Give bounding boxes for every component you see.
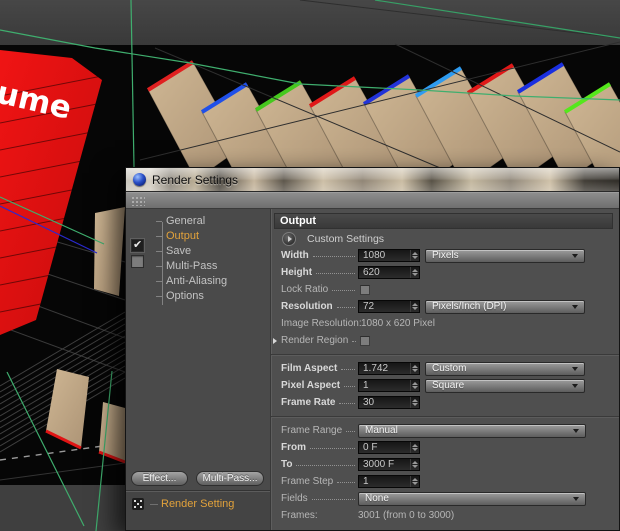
frame-rate-input[interactable]: 30	[358, 396, 420, 409]
image-resolution-row: Image Resolution: 1080 x 620 Pixel	[281, 315, 613, 332]
width-unit-dropdown[interactable]: Pixels	[425, 248, 585, 263]
save-enable-checkbox[interactable]	[131, 238, 144, 252]
sidebar-divider	[126, 490, 270, 491]
frame-step-label: Frame Step	[281, 476, 334, 487]
film-aspect-row: Film Aspect 1.742 Custom	[281, 360, 613, 377]
frame-step-stepper[interactable]	[410, 476, 419, 487]
render-setting-label: Render Setting	[161, 498, 235, 510]
width-input[interactable]: 1080	[358, 249, 420, 262]
render-setting-item[interactable]: Render Setting	[126, 498, 270, 510]
width-row: Width 1080 Pixels	[281, 247, 613, 264]
fields-row: Fields None	[281, 490, 613, 507]
lock-ratio-label: Lock Ratio	[281, 284, 329, 295]
frame-step-input[interactable]: 1	[358, 475, 420, 488]
tree-item-anti-aliasing[interactable]: Anti-Aliasing	[126, 274, 270, 289]
tree-item-options[interactable]: Options	[126, 289, 270, 304]
frames-row: Frames: 3001 (from 0 to 3000)	[281, 507, 613, 524]
frame-range-dropdown[interactable]: Manual	[358, 423, 586, 438]
app-sphere-icon	[133, 173, 146, 186]
from-input[interactable]: 0 F	[358, 441, 420, 454]
to-row: To 3000 F	[281, 456, 613, 473]
panel-section-header: Output	[274, 213, 613, 229]
fields-label: Fields	[281, 493, 308, 504]
frame-rate-row: Frame Rate 30	[281, 394, 613, 411]
custom-settings-row: Custom Settings	[281, 231, 613, 247]
effect-button[interactable]: Effect...	[131, 471, 188, 486]
custom-settings-button[interactable]	[282, 232, 296, 246]
from-row: From 0 F	[281, 439, 613, 456]
image-resolution-label: Image Resolution:	[281, 318, 361, 329]
tree-item-output[interactable]: Output	[126, 229, 270, 244]
separator	[271, 411, 619, 422]
film-aspect-stepper[interactable]	[410, 363, 419, 374]
pixel-aspect-row: Pixel Aspect 1 Square	[281, 377, 613, 394]
tree-item-multi-pass[interactable]: Multi-Pass	[126, 259, 270, 274]
frame-range-label: Frame Range	[281, 425, 343, 436]
chevron-down-icon	[573, 428, 579, 433]
to-input[interactable]: 3000 F	[358, 458, 420, 471]
frame-step-row: Frame Step 1	[281, 473, 613, 490]
frame-range-row: Frame Range Manual	[281, 422, 613, 439]
film-aspect-label: Film Aspect	[281, 363, 338, 374]
from-label: From	[281, 442, 306, 453]
frame-rate-label: Frame Rate	[281, 397, 336, 408]
render-region-row: Render Region	[273, 332, 613, 349]
resolution-label: Resolution	[281, 301, 333, 312]
custom-settings-label: Custom Settings	[307, 233, 385, 245]
multi-pass-button[interactable]: Multi-Pass...	[196, 471, 264, 486]
chevron-down-icon	[573, 496, 579, 501]
height-row: Height 620	[281, 264, 613, 281]
chevron-down-icon	[572, 253, 578, 258]
frames-value: 3001 (from 0 to 3000)	[358, 510, 455, 521]
tree-item-general[interactable]: General	[126, 214, 270, 229]
pixel-aspect-stepper[interactable]	[410, 380, 419, 391]
resolution-input[interactable]: 72	[358, 300, 420, 313]
from-stepper[interactable]	[410, 442, 419, 453]
render-region-checkbox[interactable]	[360, 335, 370, 346]
height-label: Height	[281, 267, 313, 278]
height-stepper[interactable]	[410, 267, 419, 278]
height-input[interactable]: 620	[358, 266, 420, 279]
frames-label: Frames:	[281, 510, 318, 521]
viewport-top-band	[0, 0, 620, 45]
render-setting-list: Render Setting	[126, 492, 270, 530]
separator	[271, 349, 619, 360]
to-stepper[interactable]	[410, 459, 419, 470]
resolution-unit-dropdown[interactable]: Pixels/Inch (DPI)	[425, 299, 585, 314]
pixel-aspect-dropdown[interactable]: Square	[425, 378, 585, 393]
fields-dropdown[interactable]: None	[358, 491, 586, 506]
lock-ratio-row: Lock Ratio	[281, 281, 613, 298]
settings-tree: General Output Save Multi-Pass Anti-Alia…	[126, 209, 270, 304]
width-label: Width	[281, 250, 309, 261]
render-region-label: Render Region	[281, 335, 349, 346]
tree-line	[162, 222, 163, 305]
width-stepper[interactable]	[410, 250, 419, 261]
screen: ume Render Settings General Output Save …	[0, 0, 620, 531]
window-toolbar	[126, 192, 619, 209]
drag-grip-icon[interactable]	[131, 196, 145, 206]
frame-rate-stepper[interactable]	[410, 397, 419, 408]
resolution-stepper[interactable]	[410, 301, 419, 312]
output-panel: Output Custom Settings Width 1080 Pixels…	[271, 209, 619, 530]
viewport-bottom-band	[0, 485, 125, 531]
pixel-aspect-label: Pixel Aspect	[281, 380, 341, 391]
multipass-enable-checkbox[interactable]	[131, 255, 144, 268]
image-resolution-value: 1080 x 620 Pixel	[361, 318, 435, 329]
chevron-down-icon	[572, 383, 578, 388]
expander-arrow-icon[interactable]	[273, 338, 277, 344]
tree-item-save[interactable]: Save	[126, 244, 270, 259]
settings-sidebar: General Output Save Multi-Pass Anti-Alia…	[126, 209, 271, 530]
film-aspect-dropdown[interactable]: Custom	[425, 361, 585, 376]
lock-ratio-checkbox[interactable]	[360, 284, 370, 295]
window-titlebar[interactable]: Render Settings	[126, 168, 619, 192]
pixel-aspect-input[interactable]: 1	[358, 379, 420, 392]
render-settings-window: Render Settings General Output Save Mult…	[125, 167, 620, 531]
resolution-row: Resolution 72 Pixels/Inch (DPI)	[281, 298, 613, 315]
render-setting-icon	[132, 498, 144, 510]
to-label: To	[281, 459, 293, 470]
chevron-down-icon	[572, 366, 578, 371]
chevron-down-icon	[572, 304, 578, 309]
film-aspect-input[interactable]: 1.742	[358, 362, 420, 375]
window-title: Render Settings	[152, 173, 239, 187]
